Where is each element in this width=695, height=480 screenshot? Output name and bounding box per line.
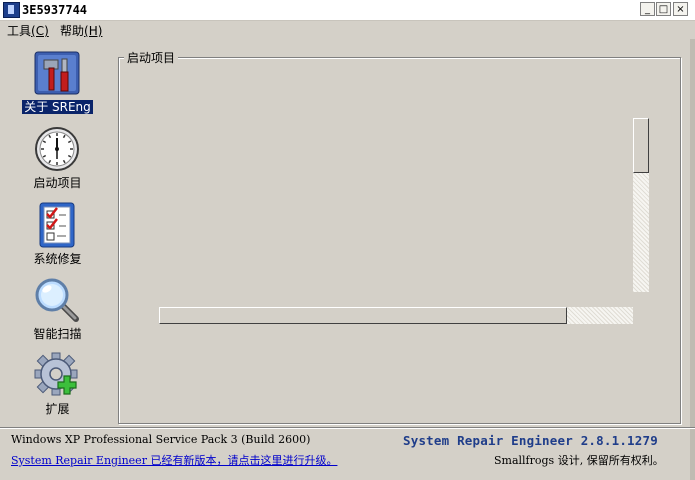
sidebar-item-repair-label: 系统修复 (33, 252, 82, 266)
sidebar-item-startup[interactable]: 启动项目 (0, 126, 115, 198)
sidebar-item-scan[interactable]: 智能扫描 (0, 277, 115, 349)
title-bar[interactable]: 3E5937744 _ □ × (0, 0, 695, 21)
sidebar-item-extensions-label: 扩展 (45, 402, 70, 416)
sidebar-item-repair[interactable]: 系统修复 (0, 202, 115, 274)
sidebar-item-startup-label: 启动项目 (33, 176, 82, 190)
checklist-icon (34, 202, 80, 248)
update-link[interactable]: System Repair Engineer 已经有新版本，请点击这里进行升级。 (11, 452, 337, 468)
menu-help-mnemonic: (H) (84, 24, 103, 38)
sidebar: 关于 SREng 启动项目 系统修复 智能扫描 扩展 (0, 42, 115, 422)
menu-help[interactable]: 帮助(H) (58, 22, 104, 39)
menu-bar: 工具(C) 帮助(H) (0, 21, 695, 39)
window-edge (690, 39, 695, 480)
panel-title: 启动项目 (124, 49, 179, 66)
window-title: 3E5937744 (22, 3, 88, 17)
sidebar-item-extensions[interactable]: 扩展 (0, 352, 115, 424)
minimize-button[interactable]: _ (640, 2, 655, 16)
sidebar-item-about-label: 关于 SREng (22, 100, 93, 114)
magnifier-icon (34, 277, 80, 323)
sidebar-item-about[interactable]: 关于 SREng (0, 50, 115, 122)
product-version: System Repair Engineer 2.8.1.1279 (403, 433, 658, 448)
gear-plus-icon (34, 352, 80, 398)
close-button[interactable]: × (673, 2, 688, 16)
menu-tools[interactable]: 工具(C) (5, 22, 51, 39)
tools-icon (34, 50, 80, 96)
sidebar-item-scan-label: 智能扫描 (33, 327, 82, 341)
vertical-scrollbar-thumb[interactable] (633, 118, 649, 173)
horizontal-scrollbar-thumb[interactable] (159, 307, 567, 324)
copyright-text: Smallfrogs 设计, 保留所有权利。 (494, 454, 664, 467)
menu-help-label: 帮助 (60, 24, 85, 38)
clock-icon (34, 126, 80, 172)
os-info: Windows XP Professional Service Pack 3 (… (11, 433, 311, 446)
startup-items-panel (118, 57, 681, 424)
menu-tools-label: 工具 (7, 24, 32, 38)
app-icon[interactable] (3, 2, 20, 18)
footer-divider (0, 427, 695, 429)
maximize-button[interactable]: □ (656, 2, 671, 16)
menu-tools-mnemonic: (C) (31, 24, 49, 38)
